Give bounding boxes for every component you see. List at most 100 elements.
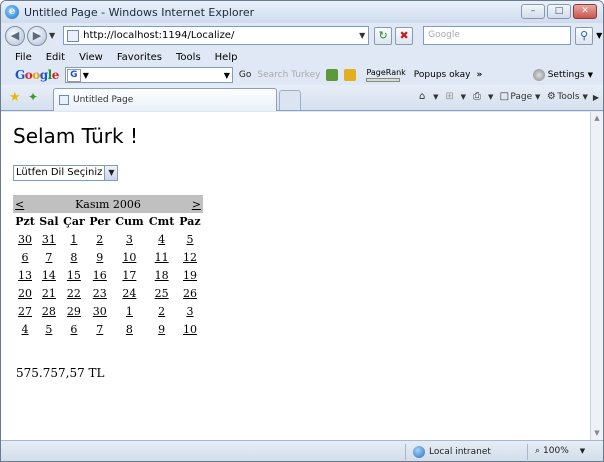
calendar-day[interactable]: 31: [37, 230, 61, 248]
calendar-day[interactable]: 28: [37, 302, 61, 320]
calendar-day[interactable]: 10: [177, 320, 203, 338]
toolbar-more-chevron[interactable]: »: [477, 70, 483, 80]
menu-edit[interactable]: Edit: [46, 52, 65, 63]
google-search-dropdown-icon[interactable]: ▼: [222, 71, 232, 80]
calendar-day[interactable]: 1: [61, 230, 87, 248]
menu-favorites[interactable]: Favorites: [117, 52, 162, 63]
calendar-day[interactable]: 9: [87, 248, 112, 266]
calendar-day[interactable]: 5: [177, 230, 203, 248]
price-label: 575.757,57 TL: [16, 366, 105, 380]
calendar-day[interactable]: 9: [146, 320, 177, 338]
calendar-day[interactable]: 2: [146, 302, 177, 320]
calendar-day[interactable]: 26: [177, 284, 203, 302]
command-bar-chevron[interactable]: ▶: [593, 93, 599, 102]
calendar-day[interactable]: 30: [87, 302, 112, 320]
feeds-icon[interactable]: ⊞: [444, 91, 456, 103]
stop-button[interactable]: ✖: [395, 26, 414, 45]
scroll-down-icon[interactable]: ▼: [591, 427, 603, 440]
calendar-day[interactable]: 23: [87, 284, 112, 302]
calendar-day[interactable]: 6: [61, 320, 87, 338]
new-tab-button[interactable]: [279, 90, 301, 110]
google-g-dropdown-icon[interactable]: ▼: [81, 71, 91, 80]
calendar-day[interactable]: 6: [13, 248, 37, 266]
add-favorites-icon[interactable]: ✦: [28, 90, 38, 104]
calendar-day[interactable]: 2: [87, 230, 112, 248]
calendar-day[interactable]: 17: [112, 266, 146, 284]
calendar-day[interactable]: 1: [112, 302, 146, 320]
calendar-prev-link[interactable]: <: [15, 198, 24, 211]
vertical-scrollbar[interactable]: ▲ ▼: [590, 112, 603, 440]
chevron-down-icon[interactable]: ▼: [104, 166, 118, 180]
google-apps-icon[interactable]: [344, 69, 357, 81]
calendar-day[interactable]: 4: [13, 320, 37, 338]
scroll-up-icon[interactable]: ▲: [591, 112, 603, 125]
calendar-day[interactable]: 8: [61, 248, 87, 266]
address-url[interactable]: http://localhost:1194/Localize/: [83, 30, 356, 41]
calendar-day[interactable]: 3: [177, 302, 203, 320]
calendar-day[interactable]: 13: [13, 266, 37, 284]
settings-dropdown-icon: ▼: [587, 71, 593, 79]
feeds-dropdown-icon[interactable]: ▼: [461, 93, 466, 101]
calendar-day[interactable]: 25: [146, 284, 177, 302]
calendar-day[interactable]: 12: [177, 248, 203, 266]
minimize-button[interactable]: –: [521, 4, 545, 19]
calendar-day[interactable]: 7: [37, 248, 61, 266]
menu-tools[interactable]: Tools: [176, 52, 201, 63]
calendar-day[interactable]: 10: [112, 248, 146, 266]
search-input[interactable]: Google: [423, 26, 572, 45]
calendar-day[interactable]: 19: [177, 266, 203, 284]
language-select[interactable]: Lütfen Dil Seçiniz ▼: [13, 165, 119, 181]
google-settings-button[interactable]: Settings ▼: [532, 69, 593, 81]
calendar-day[interactable]: 30: [13, 230, 37, 248]
search-go-button[interactable]: ⚲: [575, 26, 594, 45]
calendar-day[interactable]: 3: [112, 230, 146, 248]
google-search-input[interactable]: G ▼ ▼: [64, 67, 233, 83]
tools-menu[interactable]: ⚙ Tools ▼: [545, 91, 588, 103]
forward-button[interactable]: ▶: [27, 25, 47, 46]
favorites-star-icon[interactable]: ★: [9, 90, 21, 105]
security-zone[interactable]: Local intranet: [413, 446, 491, 458]
calendar-day[interactable]: 27: [13, 302, 37, 320]
menu-file[interactable]: File: [15, 52, 32, 63]
zoom-control[interactable]: ⌕ 100% ▼: [535, 446, 585, 456]
close-button[interactable]: ✕: [573, 4, 597, 19]
refresh-button[interactable]: ↻: [374, 26, 393, 45]
history-dropdown-icon[interactable]: ▼: [49, 31, 55, 40]
calendar-day[interactable]: 22: [61, 284, 87, 302]
calendar-day[interactable]: 15: [61, 266, 87, 284]
menu-help[interactable]: Help: [215, 52, 238, 63]
calendar-day[interactable]: 14: [37, 266, 61, 284]
popup-blocker-status[interactable]: Popups okay: [414, 70, 471, 80]
tab-untitled-page[interactable]: Untitled Page: [53, 88, 277, 111]
search-options-dropdown-icon[interactable]: ▼: [596, 31, 602, 40]
print-icon[interactable]: ⎙: [471, 91, 483, 103]
page-menu[interactable]: □Page ▼: [498, 91, 541, 103]
google-search-turkey[interactable]: Search Turkey: [257, 70, 320, 80]
print-dropdown-icon[interactable]: ▼: [488, 93, 493, 101]
address-bar[interactable]: http://localhost:1194/Localize/ ▼: [63, 26, 370, 45]
calendar-day[interactable]: 16: [87, 266, 112, 284]
menu-view[interactable]: View: [79, 52, 103, 63]
calendar-day[interactable]: 8: [112, 320, 146, 338]
home-dropdown-icon[interactable]: ▼: [433, 93, 438, 101]
calendar-day[interactable]: 7: [87, 320, 112, 338]
calendar-day[interactable]: 21: [37, 284, 61, 302]
calendar-day[interactable]: 20: [13, 284, 37, 302]
calendar-day[interactable]: 29: [61, 302, 87, 320]
pagerank-indicator[interactable]: PageRank: [366, 68, 406, 82]
google-logo[interactable]: Google: [15, 68, 59, 82]
calendar-day[interactable]: 18: [146, 266, 177, 284]
address-dropdown-icon[interactable]: ▼: [356, 31, 368, 40]
calendar-next-link[interactable]: >: [192, 198, 201, 211]
back-button[interactable]: ◀: [5, 25, 25, 46]
google-go-button[interactable]: Go: [239, 70, 251, 80]
calendar-day[interactable]: 11: [146, 248, 177, 266]
zoom-dropdown-icon[interactable]: ▼: [580, 447, 585, 455]
calendar-day[interactable]: 24: [112, 284, 146, 302]
status-divider: [527, 444, 528, 460]
calendar-day[interactable]: 4: [146, 230, 177, 248]
calendar-day[interactable]: 5: [37, 320, 61, 338]
bookmark-icon[interactable]: [326, 69, 339, 81]
maximize-button[interactable]: □: [547, 4, 571, 19]
home-icon[interactable]: ⌂: [416, 91, 428, 103]
